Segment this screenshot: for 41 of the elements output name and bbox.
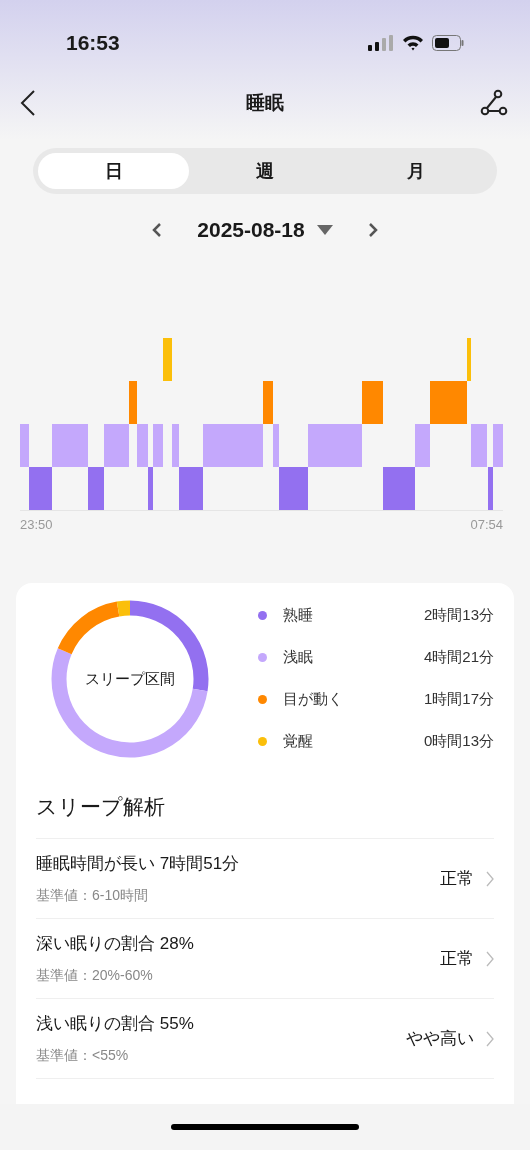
period-tab[interactable]: 日 — [38, 153, 190, 189]
reference-range: 基準値：<55% — [36, 1045, 130, 1065]
metric-title: 深い眠りの割合 28% — [36, 933, 194, 956]
date-selector[interactable]: 2025-08-18 — [189, 214, 341, 246]
share-icon — [480, 89, 508, 117]
analysis-row[interactable]: 睡眠時間が長い 7時間51分 基準値：6-10時間 正常 — [36, 838, 494, 918]
period-tab[interactable]: 週 — [189, 153, 341, 189]
stage-label: 熟睡 — [283, 605, 313, 626]
stage-duration: 4時間21分 — [423, 647, 494, 668]
signal-icon — [368, 35, 394, 51]
chevron-right-icon — [486, 950, 494, 967]
end-time-label: 07:54 — [470, 516, 503, 534]
status-text: やや高い — [406, 1027, 474, 1050]
battery-icon — [432, 35, 464, 51]
metric-title: 睡眠時間が長い 7時間51分 — [36, 853, 240, 876]
status-text: 正常 — [440, 947, 474, 970]
stage-duration: 1時間17分 — [423, 689, 494, 710]
dropdown-triangle-icon — [316, 225, 333, 235]
stage-label: 覚醒 — [283, 731, 313, 752]
chevron-left-icon — [152, 222, 163, 238]
analysis-row[interactable]: 深い眠りの割合 28% 基準値：20%-60% 正常 — [36, 918, 494, 998]
chevron-right-icon — [486, 1030, 494, 1047]
period-tab[interactable]: 月 — [340, 153, 492, 189]
chevron-right-icon — [367, 222, 378, 238]
reference-range: 基準値：6-10時間 — [36, 885, 150, 905]
start-time-label: 23:50 — [20, 516, 53, 534]
wifi-icon — [402, 35, 424, 51]
stage-label: 目が動く — [283, 689, 343, 710]
metric-title: 浅い眠りの割合 55% — [36, 1013, 194, 1036]
stage-label: 浅眠 — [283, 647, 313, 668]
back-icon — [20, 90, 36, 116]
chevron-right-icon — [486, 870, 494, 887]
stage-duration: 0時間13分 — [423, 731, 494, 752]
status-time: 16:53 — [66, 30, 120, 57]
status-text: 正常 — [440, 867, 474, 890]
analysis-row[interactable]: 浅い眠りの割合 55% 基準値：<55% やや高い — [36, 998, 494, 1078]
analysis-title: スリープ解析 — [36, 793, 166, 820]
stage-duration: 2時間13分 — [423, 605, 494, 626]
page-title: 睡眠 — [246, 90, 284, 115]
reference-range: 基準値：20%-60% — [36, 965, 154, 985]
donut-center-label: スリープ区間 — [85, 668, 175, 689]
